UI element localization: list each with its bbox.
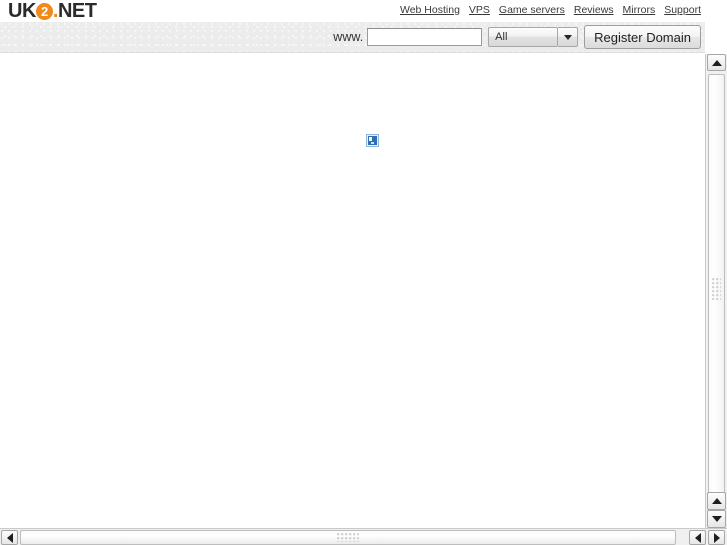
grip-dots-icon [337, 533, 359, 542]
arrow-left-icon [6, 532, 13, 543]
logo-text-uk: UK [8, 0, 36, 22]
nav-link-support[interactable]: Support [664, 4, 701, 16]
broken-image-icon[interactable] [366, 134, 379, 147]
domain-search-bar: www. All Register Domain [0, 22, 705, 53]
scroll-down-button[interactable] [707, 510, 726, 528]
uk2net-logo[interactable]: UK 2. NET [8, 0, 97, 22]
horizontal-scroll-buttons [689, 530, 725, 545]
logo-text-net: NET [57, 0, 97, 22]
arrow-right-icon [713, 532, 720, 543]
arrow-left-icon [694, 532, 701, 543]
vertical-scroll-buttons [707, 492, 726, 528]
horizontal-scrollbar-thumb[interactable] [20, 530, 676, 545]
scroll-left-button[interactable] [689, 530, 706, 545]
www-prefix-label: www. [333, 30, 364, 44]
page-content: UK 2. NET Web Hosting VPS Game servers Rev… [0, 0, 705, 528]
scroll-up-button-top[interactable] [707, 54, 726, 71]
page-body [0, 54, 705, 528]
logo-strip: UK 2. NET Web Hosting VPS Game servers Rev… [0, 0, 705, 22]
vertical-scrollbar-thumb[interactable] [708, 74, 725, 504]
scroll-left-button-start[interactable] [1, 530, 18, 545]
logo-circle-2: 2 [35, 3, 53, 20]
broken-image-glyph [368, 136, 377, 145]
scroll-up-button[interactable] [707, 492, 726, 510]
nav-link-mirrors[interactable]: Mirrors [623, 4, 656, 16]
chevron-down-icon [563, 34, 572, 40]
scroll-right-button[interactable] [708, 530, 725, 545]
nav-link-game-servers[interactable]: Game servers [499, 4, 565, 16]
vertical-scrollbar[interactable] [705, 54, 727, 528]
domain-search-input[interactable] [367, 28, 483, 46]
nav-link-web-hosting[interactable]: Web Hosting [400, 4, 460, 16]
arrow-up-icon [711, 59, 722, 66]
browser-viewport: UK 2. NET Web Hosting VPS Game servers Rev… [0, 0, 727, 545]
tld-select[interactable]: All [488, 27, 559, 47]
grip-dots-icon [712, 278, 721, 300]
horizontal-scrollbar[interactable] [0, 528, 727, 545]
arrow-up-icon [711, 498, 722, 504]
top-navigation: Web Hosting VPS Game servers Reviews Mir… [400, 4, 701, 16]
nav-link-reviews[interactable]: Reviews [574, 4, 614, 16]
nav-link-vps[interactable]: VPS [469, 4, 490, 16]
register-domain-button[interactable]: Register Domain [584, 25, 701, 49]
tld-select-value: All [495, 31, 508, 43]
tld-select-arrow-button[interactable] [558, 27, 579, 47]
arrow-down-icon [711, 516, 722, 522]
